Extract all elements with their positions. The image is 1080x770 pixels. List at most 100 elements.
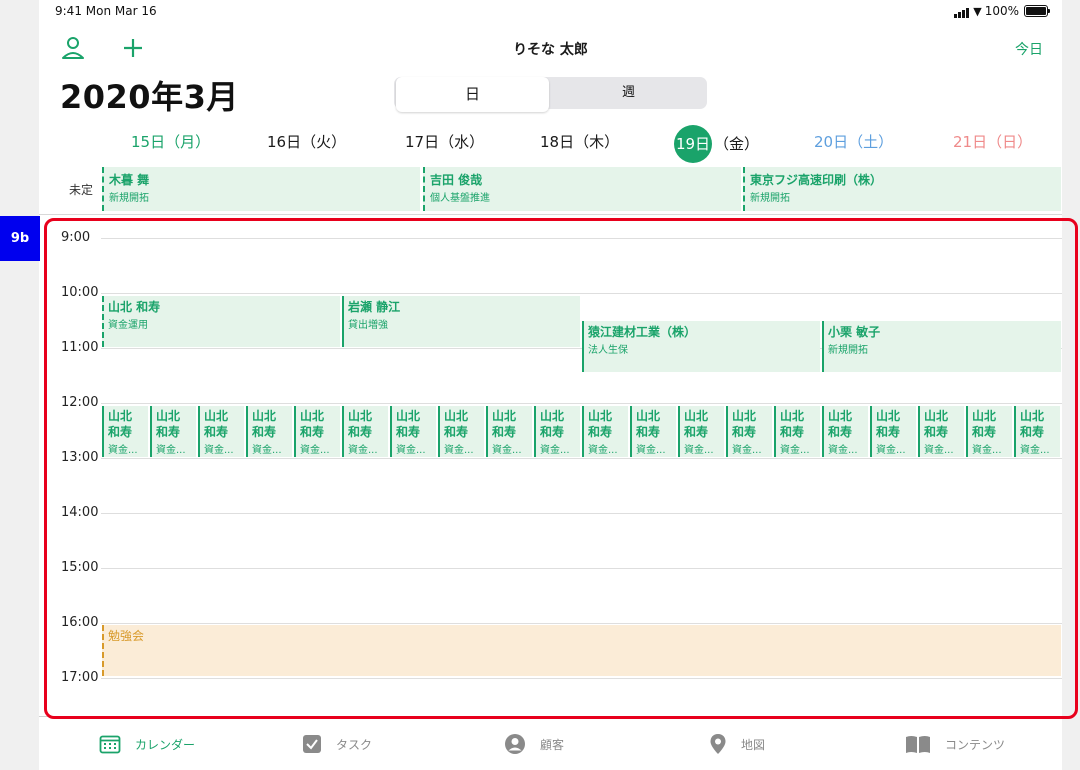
hour-label: 9:00 <box>61 230 91 245</box>
event-subtitle: 資金運用 <box>108 320 148 331</box>
tab-bar: カレンダー タスク 顧客 地図 コンテンツ <box>39 716 1062 770</box>
event-yamakita-noon[interactable]: 山北 和寿 資金... <box>438 406 484 457</box>
event-title: 山北 和寿 <box>732 409 757 439</box>
hour-label: 17:00 <box>61 670 99 685</box>
month-title: 2020年3月 <box>60 78 239 116</box>
event-title: 木暮 舞 <box>109 173 150 187</box>
hour-label: 13:00 <box>61 450 99 465</box>
event-title: 山北 和寿 <box>972 409 997 439</box>
event-yamakita-noon[interactable]: 山北 和寿資金... <box>678 406 724 457</box>
undecided-event[interactable]: 東京フジ高速印刷（株） 新規開拓 <box>743 167 1061 211</box>
event-yamakita[interactable]: 山北 和寿 資金運用 <box>102 296 340 347</box>
event-yamakita-noon[interactable]: 山北 和寿資金... <box>342 406 388 457</box>
event-subtitle: 資金... <box>204 445 234 456</box>
battery-percent: 100% <box>984 4 1019 18</box>
event-title: 吉田 俊哉 <box>430 173 483 187</box>
day-15[interactable]: 15日（月） <box>131 125 210 160</box>
event-yamakita-noon[interactable]: 山北 和寿 資金... <box>726 406 772 457</box>
event-subtitle: 資金... <box>540 445 570 456</box>
event-title: 山北 和寿 <box>492 409 517 439</box>
undecided-event[interactable]: 吉田 俊哉 個人基盤推進 <box>423 167 741 211</box>
event-yamakita-noon[interactable]: 山北 和寿資金... <box>534 406 580 457</box>
event-title: 山北 和寿 <box>684 409 709 439</box>
tab-label: 顧客 <box>540 737 565 752</box>
event-yamakita-noon[interactable]: 山北 和寿 資金... <box>870 406 916 457</box>
event-yamakita-noon[interactable]: 山北 和寿 資金... <box>966 406 1012 457</box>
event-title: 小栗 敏子 <box>828 325 881 339</box>
event-yamakita-noon[interactable]: 山北 和寿資金... <box>102 406 148 457</box>
event-title: 山北 和寿 <box>444 409 469 439</box>
event-subtitle: 新規開拓 <box>750 193 790 204</box>
event-subtitle: 資金... <box>588 445 618 456</box>
tab-label: 地図 <box>741 737 766 752</box>
event-yamakita-noon[interactable]: 山北 和寿資金... <box>918 406 964 457</box>
event-title: 山北 和寿 <box>108 409 133 439</box>
undecided-event[interactable]: 木暮 舞 新規開拓 <box>102 167 420 211</box>
wifi-icon: ▼ <box>973 4 982 18</box>
tab-task[interactable]: タスク <box>302 733 372 755</box>
tab-label: カレンダー <box>135 737 196 752</box>
event-subtitle: 資金... <box>348 445 378 456</box>
segment-week[interactable]: 週 <box>552 79 705 107</box>
day-20[interactable]: 20日（土） <box>814 125 893 160</box>
event-subtitle: 資金... <box>300 445 330 456</box>
tab-customer[interactable]: 顧客 <box>504 733 564 755</box>
event-yamakita-noon[interactable]: 山北 和寿 資金... <box>390 406 436 457</box>
selected-date-circle: 19日 <box>674 125 712 163</box>
tab-contents[interactable]: コンテンツ <box>905 733 1005 755</box>
event-title: 山北 和寿 <box>204 409 229 439</box>
event-yamakita-noon[interactable]: 山北 和寿資金... <box>582 406 628 457</box>
event-subtitle: 個人基盤推進 <box>430 193 490 204</box>
event-yamakita-noon[interactable]: 山北 和寿資金... <box>294 406 340 457</box>
event-subtitle: 貸出増強 <box>348 320 388 331</box>
hour-line <box>101 458 1062 459</box>
book-icon <box>906 736 930 753</box>
day-19-selected[interactable]: 19日 （金） <box>674 125 759 163</box>
event-oguri[interactable]: 小栗 敏子 新規開拓 <box>822 321 1061 372</box>
event-yamakita-noon[interactable]: 山北 和寿 資金... <box>822 406 868 457</box>
event-title: 山北 和寿 <box>780 409 805 439</box>
day-timeline[interactable]: 9:00 10:00 11:00 12:00 13:00 14:00 15:00… <box>39 216 1062 716</box>
hour-row: 9:00 <box>39 230 1062 245</box>
tab-label: コンテンツ <box>945 737 1006 752</box>
tab-map[interactable]: 地図 <box>709 733 765 755</box>
day-17[interactable]: 17日（水） <box>405 125 484 160</box>
event-title: 東京フジ高速印刷（株） <box>750 173 883 187</box>
event-title: 山北 和寿 <box>924 409 949 439</box>
person-circle-icon <box>505 734 525 754</box>
event-subtitle: 資金... <box>924 445 954 456</box>
event-iwase[interactable]: 岩瀬 静江 貸出増強 <box>342 296 580 347</box>
hour-line <box>101 238 1062 239</box>
checkbox-icon <box>303 735 321 753</box>
hour-row: 13:00 <box>39 450 1062 465</box>
event-title: 山北 和寿 <box>300 409 325 439</box>
event-yamakita-noon[interactable]: 山北 和寿 資金... <box>150 406 196 457</box>
day-21[interactable]: 21日（日） <box>953 125 1032 160</box>
calendar-screen: 9:41 Mon Mar 16 ▼ 100% りそな 太郎 今日 2020年3月… <box>39 0 1062 770</box>
hour-line <box>101 293 1062 294</box>
day-16[interactable]: 16日（火） <box>267 125 346 160</box>
event-yamakita-noon[interactable]: 山北 和寿資金... <box>486 406 532 457</box>
event-yamakita-noon[interactable]: 山北 和寿 資金... <box>1014 406 1060 457</box>
day-18[interactable]: 18日（木） <box>540 125 619 160</box>
event-yamakita-noon[interactable]: 山北 和寿資金... <box>198 406 244 457</box>
event-title: 山北 和寿 <box>540 409 565 439</box>
event-yamakita-noon[interactable]: 山北 和寿 資金... <box>630 406 676 457</box>
tab-calendar[interactable]: カレンダー <box>99 733 195 755</box>
annotation-badge: 9b <box>0 216 40 261</box>
event-yamakita-noon[interactable]: 山北 和寿 資金... <box>246 406 292 457</box>
event-yamakita-noon[interactable]: 山北 和寿 資金... <box>774 406 820 457</box>
event-title: 山北 和寿 <box>348 409 373 439</box>
hour-label: 12:00 <box>61 395 99 410</box>
event-saruee[interactable]: 猿江建材工業（株） 法人生保 <box>582 321 820 372</box>
today-button[interactable]: 今日 <box>1015 39 1043 59</box>
event-subtitle: 資金... <box>492 445 522 456</box>
event-title: 山北 和寿 <box>588 409 613 439</box>
event-subtitle: 資金... <box>684 445 714 456</box>
event-subtitle: 資金... <box>108 445 138 456</box>
undecided-row: 未定 木暮 舞 新規開拓 吉田 俊哉 個人基盤推進 東京フジ高速印刷（株） 新規… <box>39 164 1062 215</box>
calendar-icon <box>99 735 121 754</box>
event-study-session[interactable]: 勉強会 <box>102 625 1061 676</box>
hour-label: 11:00 <box>61 340 99 355</box>
segment-day[interactable]: 日 <box>396 77 549 112</box>
